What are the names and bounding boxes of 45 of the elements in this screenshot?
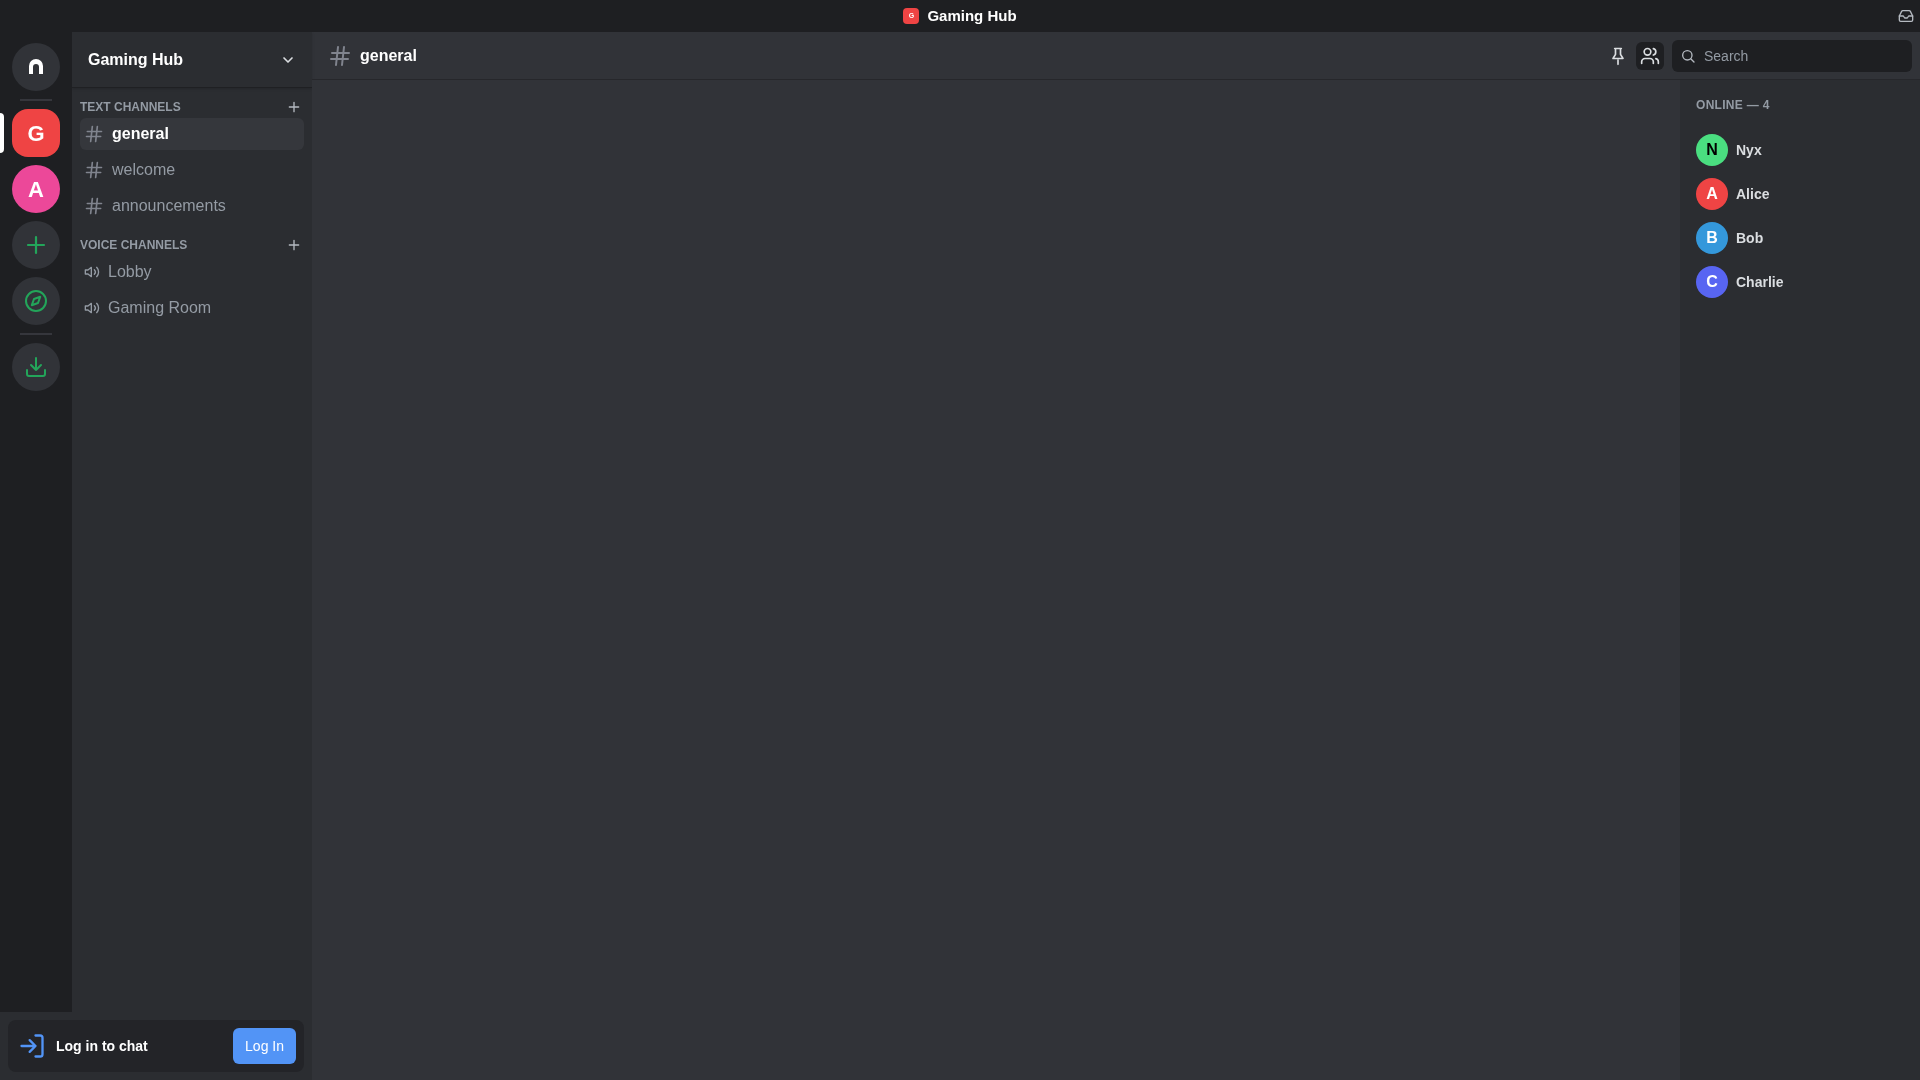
home-button[interactable] xyxy=(12,43,60,91)
category-heading[interactable]: TEXT CHANNELS xyxy=(80,98,181,116)
search-icon xyxy=(1680,47,1696,64)
channel-item[interactable]: announcements xyxy=(80,190,304,222)
member-avatar: C xyxy=(1696,266,1728,298)
server-button[interactable]: G xyxy=(12,109,60,157)
inbox-icon[interactable] xyxy=(1898,8,1914,24)
window-title: Gaming Hub xyxy=(927,5,1017,26)
server-button[interactable]: A xyxy=(12,165,60,213)
member-name[interactable]: Nyx xyxy=(1736,139,1762,161)
hash-icon xyxy=(84,160,104,180)
plus-icon xyxy=(24,233,48,257)
member-avatar: N xyxy=(1696,134,1728,166)
compass-icon xyxy=(24,289,48,313)
speaker-icon xyxy=(84,264,100,280)
category-heading[interactable]: VOICE CHANNELS xyxy=(80,236,188,254)
member-avatar: A xyxy=(1696,178,1728,210)
explore-button[interactable] xyxy=(12,277,60,325)
hash-icon xyxy=(328,43,352,68)
members-icon xyxy=(1640,45,1660,66)
hash-icon xyxy=(84,124,104,144)
member-name[interactable]: Charlie xyxy=(1736,271,1784,293)
channel-item[interactable]: general xyxy=(80,118,304,150)
login-icon xyxy=(18,1032,46,1060)
member-name[interactable]: Bob xyxy=(1736,227,1764,249)
download-button[interactable] xyxy=(12,343,60,391)
login-button[interactable]: Log In xyxy=(233,1028,296,1064)
plus-icon[interactable] xyxy=(286,237,302,253)
login-prompt: Log in to chat xyxy=(56,1036,149,1056)
server-header[interactable]: Gaming Hub xyxy=(72,32,312,88)
channel-item[interactable]: welcome xyxy=(80,154,304,186)
channel-item[interactable]: Gaming Room xyxy=(80,292,304,324)
hash-icon xyxy=(84,196,104,216)
speaker-icon xyxy=(84,300,100,316)
arch-icon xyxy=(26,57,46,77)
add-server-button[interactable] xyxy=(12,221,60,269)
plus-icon[interactable] xyxy=(286,99,302,115)
member-avatar: B xyxy=(1696,222,1728,254)
download-icon xyxy=(24,355,48,379)
channel-item[interactable]: Lobby xyxy=(80,256,304,288)
member-name[interactable]: Alice xyxy=(1736,183,1770,205)
search-field[interactable]: Search xyxy=(1672,39,1912,72)
member-list-button[interactable] xyxy=(1636,41,1664,70)
channel-title: general xyxy=(360,45,417,66)
member-list-heading: ONLINE — 4 xyxy=(1696,97,1771,114)
